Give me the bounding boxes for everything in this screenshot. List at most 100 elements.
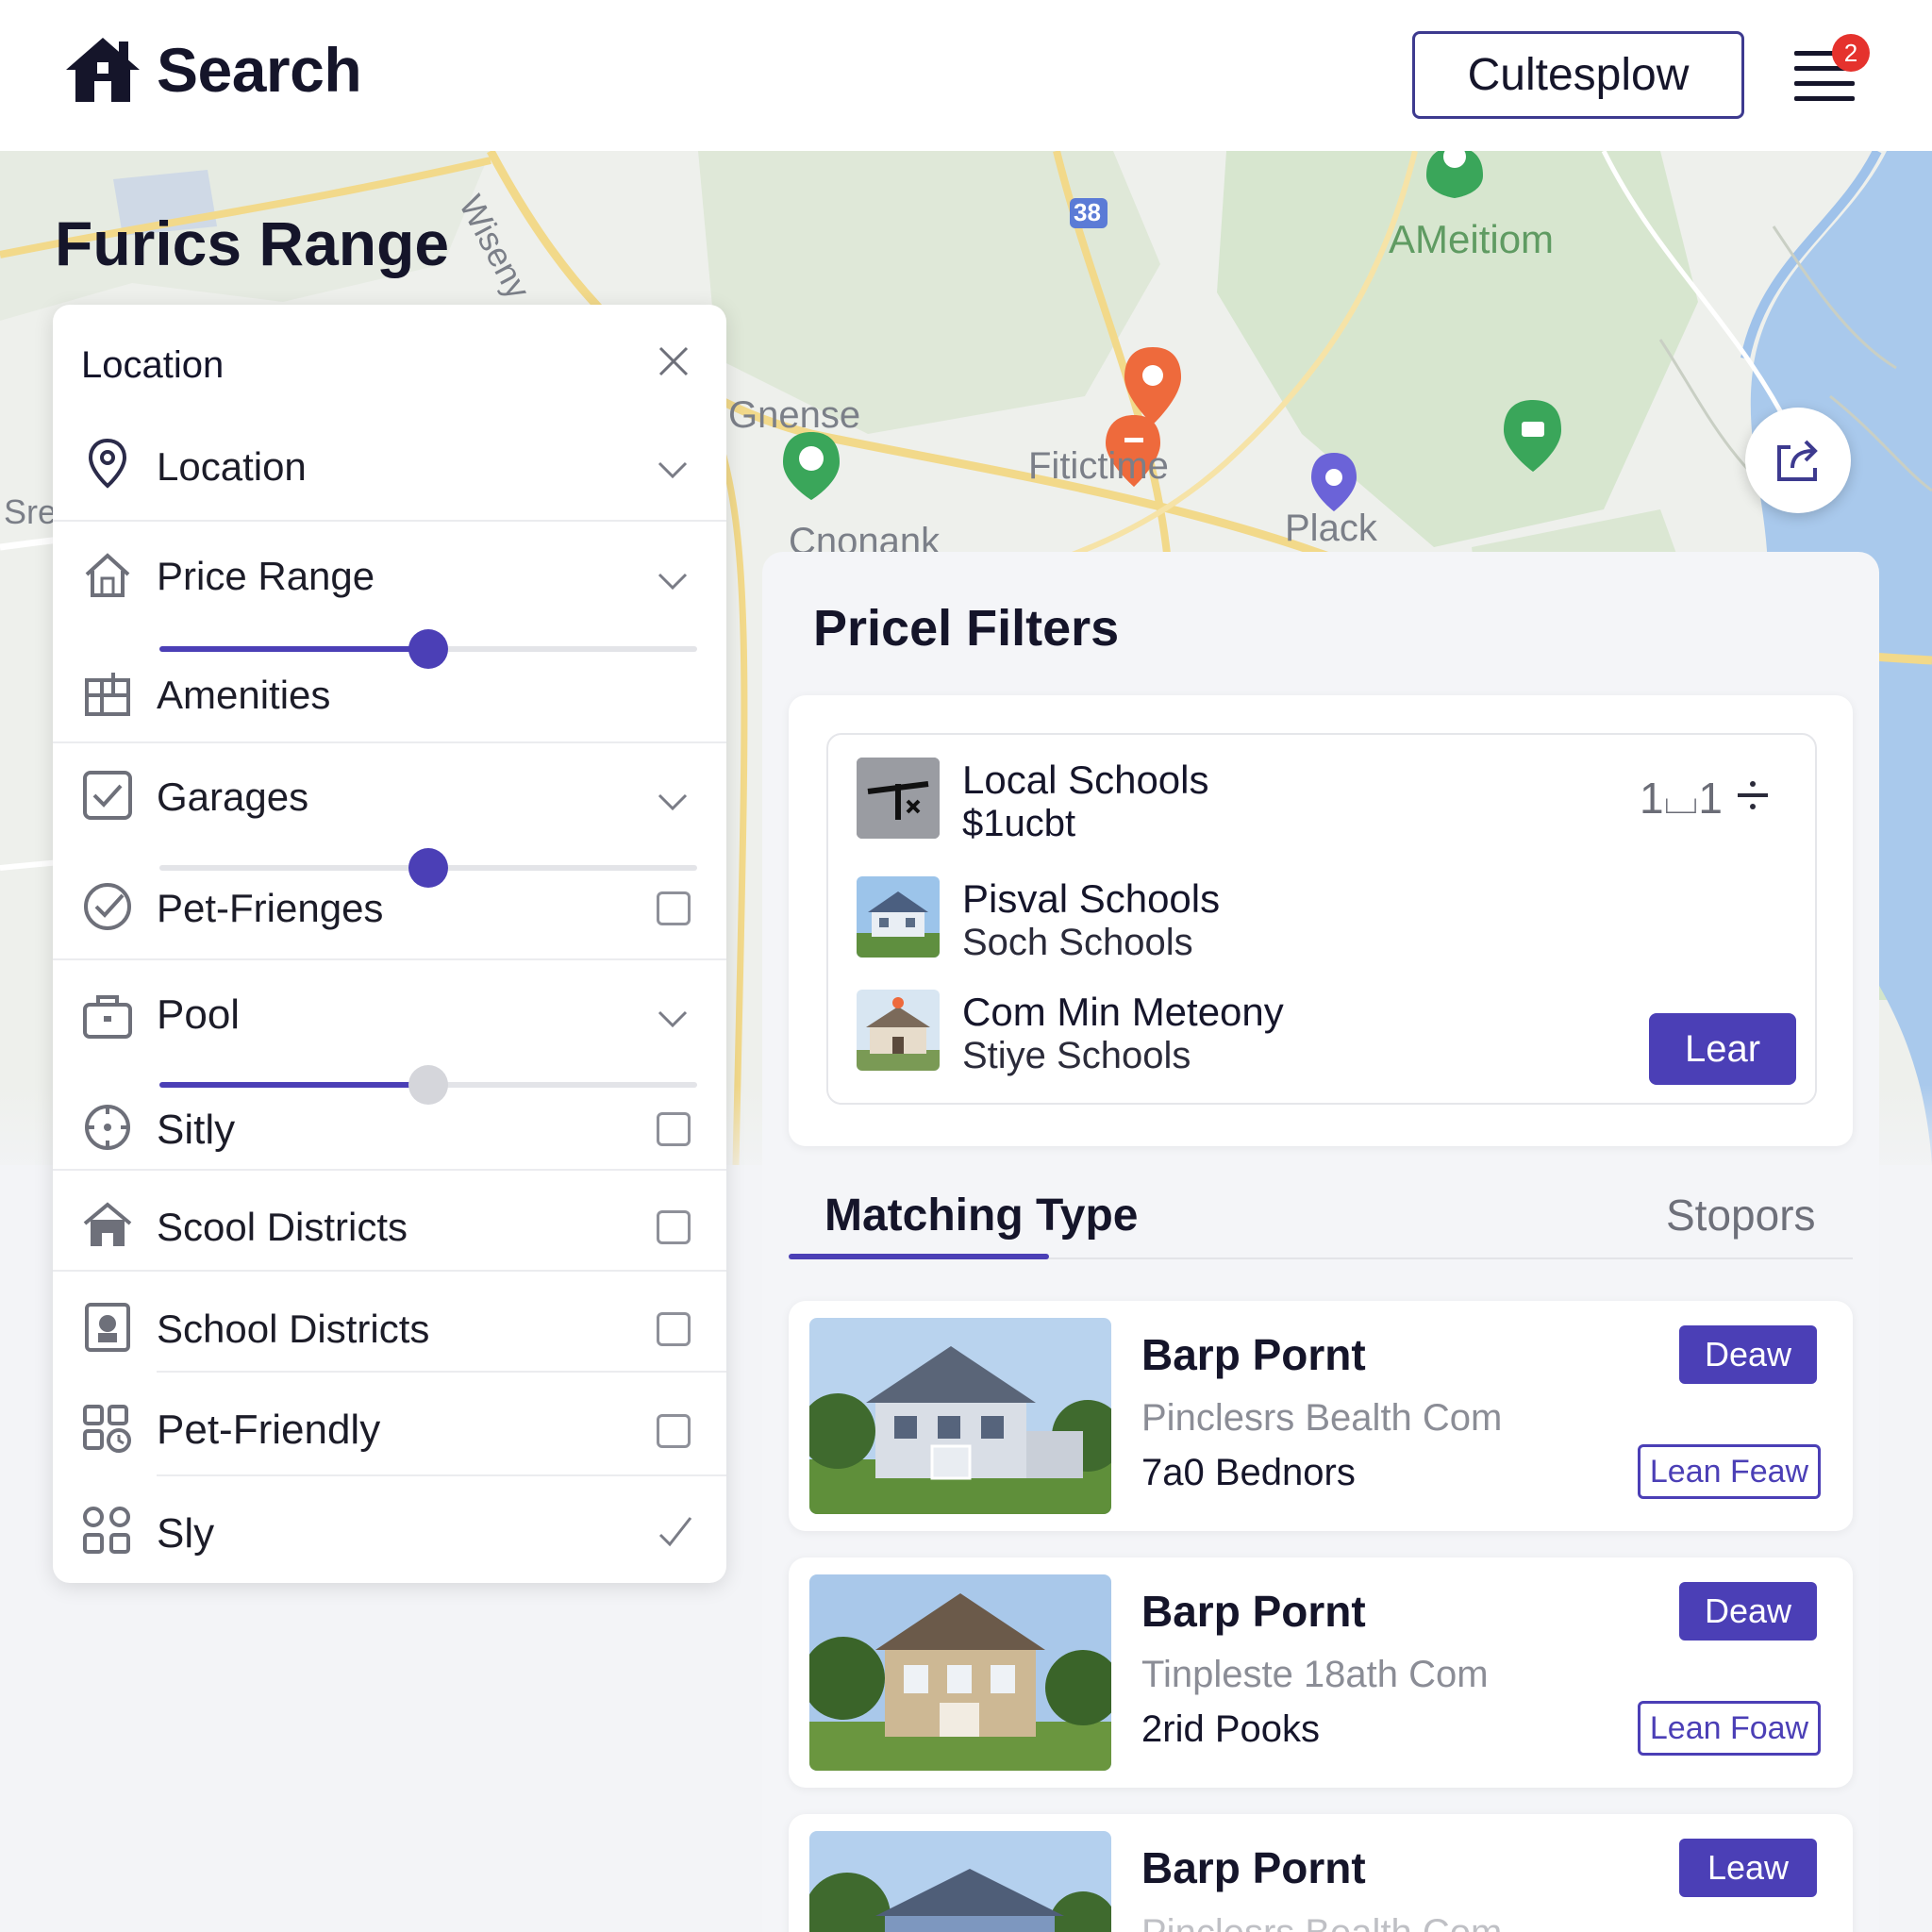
slider-fill [159,646,428,652]
map-label: Plack [1285,508,1377,549]
brand[interactable]: Search [62,34,362,106]
page-title: Furics Range [55,208,450,278]
listing-card[interactable]: Barp Pornt Pinclesrs Bealth Com Leaw [789,1814,1853,1932]
tab-indicator [789,1254,1049,1259]
filter-pet-friendly[interactable]: Pet-Friendly [53,1399,726,1474]
listing-meta: 2rid Pooks [1141,1708,1320,1750]
filter-school-districts[interactable]: School Districts [53,1297,726,1373]
tab-matching-type[interactable]: Matching Type [824,1190,1138,1241]
filter-label: Price Range [157,554,375,598]
slider-fill [159,1082,428,1088]
house-icon [85,553,130,597]
target-icon [85,1105,130,1150]
filter-location[interactable]: Location [53,437,726,512]
menu-bar [1794,96,1855,101]
listing-secondary-button[interactable]: Lean Feaw [1638,1444,1821,1499]
checkbox[interactable] [657,1312,691,1346]
chevron-down-icon[interactable] [657,791,689,812]
filter-pool[interactable]: Pool [53,986,726,1105]
filter-scool-districts[interactable]: Scool Districts [53,1195,726,1271]
listing-title: Barp Pornt [1141,1330,1366,1379]
filter-sitly[interactable]: Sitly [53,1097,726,1173]
filter-panel: Location Location Price Range Amenities … [53,305,726,1583]
listing-secondary-button[interactable]: Lean Foaw [1638,1701,1821,1756]
menu-button[interactable]: 2 [1792,34,1870,108]
divider [53,1169,726,1171]
listing-primary-button[interactable]: Deaw [1679,1325,1817,1384]
house-photo [809,1318,1111,1514]
school-item[interactable]: Pisval Schools Soch Schools [857,876,1611,971]
filter-label: Sly [157,1510,215,1557]
price-slider[interactable] [159,629,697,669]
close-icon[interactable] [657,344,691,378]
pool-slider[interactable] [159,1065,697,1105]
menu-bar [1794,81,1855,86]
divider [53,1270,726,1272]
learn-button[interactable]: Lear [1649,1013,1796,1085]
filter-amenities: Amenities [53,663,726,739]
tab-stopors[interactable]: Stopors [1666,1190,1816,1241]
chevron-down-icon[interactable] [657,459,689,480]
home-logo-icon [66,38,140,102]
checkbox-icon [83,771,132,820]
home-icon [83,1202,132,1246]
filter-label: Pool [157,991,241,1038]
check-circle-icon [84,883,131,930]
app-header: Search Cultesplow 2 [0,0,1932,151]
filter-label: School Districts [157,1307,430,1351]
filter-sly[interactable]: Sly [53,1501,726,1576]
listing-card[interactable]: Barp Pornt Pinclesrs Bealth Com 7a0 Bedn… [789,1301,1853,1531]
share-button[interactable] [1745,408,1851,513]
filter-pet-frienges[interactable]: Pet-Frienges [53,880,726,956]
map-pin-purple[interactable] [1311,453,1357,511]
badge-icon [85,1303,130,1352]
chevron-down-icon[interactable] [657,571,689,591]
listing-primary-button[interactable]: Deaw [1679,1582,1817,1641]
listing-photo [809,1831,1111,1932]
map-label: Fitictime [1028,445,1169,487]
filter-garages[interactable]: Garages [53,769,726,888]
schools-card: 1⌴1 Local Schools $1ucbt Pisval Schools … [789,695,1853,1146]
map-label: Gnense [728,394,861,436]
school-thumbnail [857,876,940,958]
filter-label: Location [157,444,307,489]
amenities-icon [85,673,130,716]
listing-title: Barp Pornt [1141,1587,1366,1636]
school-detail: Soch Schools [962,922,1193,963]
listing-card[interactable]: Barp Pornt Tinpleste 18ath Com 2rid Pook… [789,1557,1853,1788]
filter-price-range[interactable]: Price Range [53,548,726,669]
schools-list: 1⌴1 Local Schools $1ucbt Pisval Schools … [826,733,1817,1105]
share-icon [1777,440,1818,481]
school-detail: Stiye Schools [962,1035,1191,1076]
checkbox[interactable] [657,891,691,925]
map-pin-orange[interactable] [1124,347,1181,425]
results-panel: Pricel Filters 1⌴1 Local Schools $1ucbt … [762,552,1879,1932]
listing-subtitle: Pinclesrs Bealth Com [1141,1912,1502,1932]
listing-meta: 7a0 Bednors [1141,1452,1356,1493]
house-photo [857,990,940,1071]
garages-slider[interactable] [159,848,697,888]
house-photo [857,876,940,958]
filter-label: Sitly [157,1107,236,1153]
count-label: 1⌴1 [1640,774,1723,823]
chevron-down-icon[interactable] [657,1008,689,1029]
header-action-button[interactable]: Cultesplow [1412,31,1744,119]
school-name: Com Min Meteony [962,990,1284,1034]
divider [157,1474,726,1476]
school-item[interactable]: Com Min Meteony Stiye Schools [857,990,1611,1084]
school-detail: $1ucbt [962,803,1076,844]
checkbox[interactable] [657,1210,691,1244]
checkbox[interactable] [657,1112,691,1146]
divider [53,741,726,743]
listing-title: Barp Pornt [1141,1843,1366,1892]
divide-icon[interactable] [1734,776,1772,814]
listing-primary-button[interactable]: Leaw [1679,1839,1817,1897]
route-number: 38 [1074,198,1101,226]
signpost-icon [857,758,940,839]
checkmark-icon[interactable] [657,1512,694,1550]
divider [157,1371,726,1373]
school-name: Local Schools [962,758,1209,802]
checkbox[interactable] [657,1414,691,1448]
map-pin-green[interactable] [783,432,840,500]
school-item[interactable]: Local Schools $1ucbt [857,758,1611,852]
